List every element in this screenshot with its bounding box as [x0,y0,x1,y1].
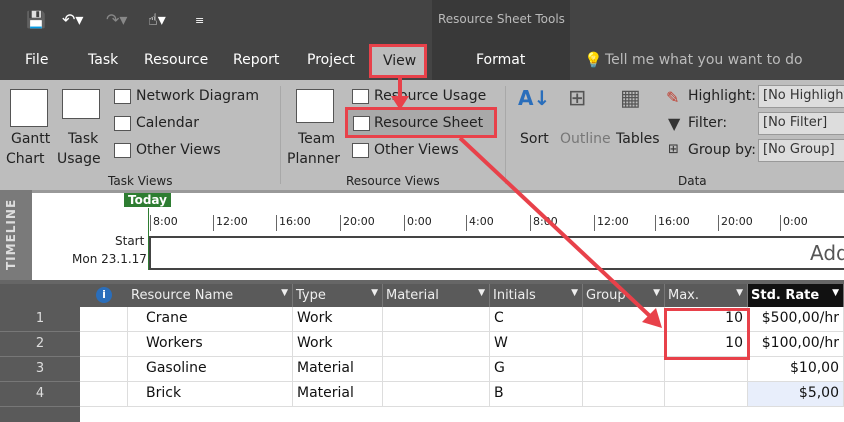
arrowhead [391,96,409,110]
arrow-sheet-to-max [458,136,654,320]
max-highlight-box [664,308,750,360]
